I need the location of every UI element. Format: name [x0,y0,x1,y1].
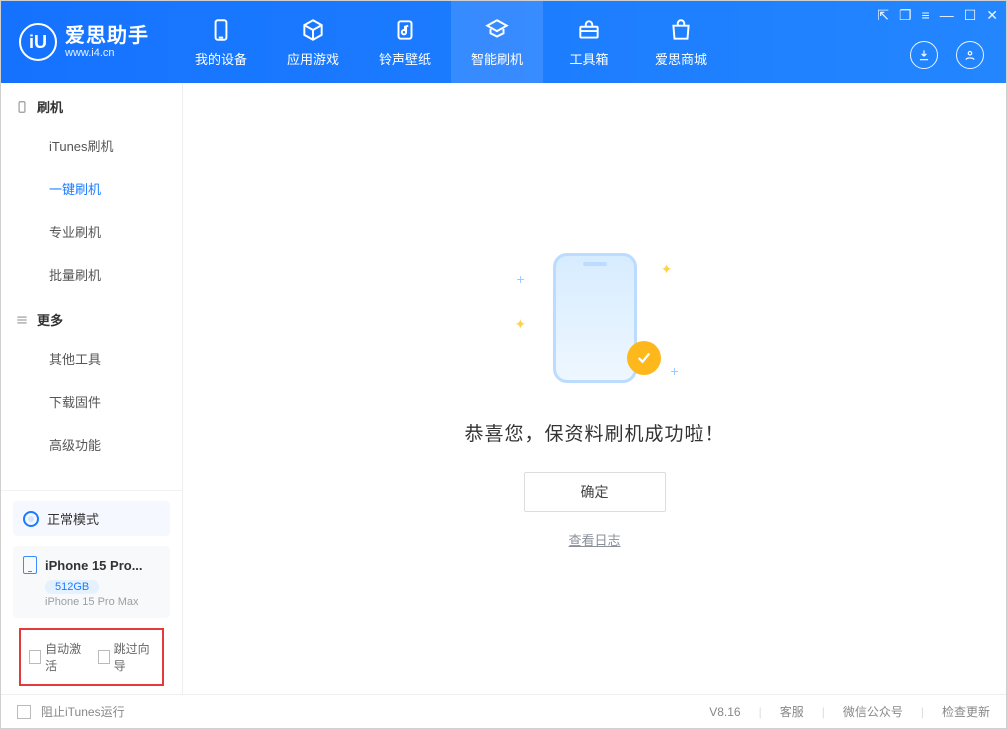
window-maximize-icon[interactable]: ☐ [964,7,977,24]
view-log-link[interactable]: 查看日志 [568,530,620,549]
checkbox-label: 跳过向导 [114,640,154,674]
window-close-icon[interactable]: ✕ [986,7,998,24]
top-nav: 我的设备 应用游戏 铃声壁纸 智能刷机 工具箱 爱思商城 [175,1,727,83]
footer-link-support[interactable]: 客服 [780,703,804,720]
ok-button[interactable]: 确定 [524,472,666,512]
sidebar-item-download-firmware[interactable]: 下载固件 [1,380,182,423]
window-controls: ⇱ ❐ ≡ — ☐ ✕ [877,7,998,24]
sidebar-item-itunes-flash[interactable]: iTunes刷机 [1,124,182,167]
checkbox-icon [17,705,31,719]
footer-link-wechat[interactable]: 微信公众号 [843,703,903,720]
more-icon [15,313,29,327]
version-label: V8.16 [709,705,740,719]
sidebar-item-batch-flash[interactable]: 批量刷机 [1,253,182,296]
activation-options-highlight: 自动激活 跳过向导 [19,628,164,686]
window-pin-icon[interactable]: ⇱ [877,7,889,24]
sidebar-item-pro-flash[interactable]: 专业刷机 [1,210,182,253]
window-tab-icon[interactable]: ❐ [899,7,912,24]
footer-link-update[interactable]: 检查更新 [942,703,990,720]
music-icon [392,17,418,43]
success-message: 恭喜您，保资料刷机成功啦！ [464,419,724,446]
separator: | [921,705,924,719]
checkbox-skip-guide[interactable]: 跳过向导 [98,640,155,674]
shop-icon [668,17,694,43]
device-card[interactable]: iPhone 15 Pro... 512GB iPhone 15 Pro Max [13,546,170,618]
refresh-icon [484,17,510,43]
checkbox-icon [29,650,41,664]
nav-label: 应用游戏 [287,49,339,68]
nav-apps-games[interactable]: 应用游戏 [267,1,359,83]
user-button[interactable] [956,41,984,69]
nav-smart-flash[interactable]: 智能刷机 [451,1,543,83]
decor-plus-icon: + [670,363,678,379]
sidebar-item-oneclick-flash[interactable]: 一键刷机 [1,167,182,210]
nav-label: 铃声壁纸 [379,49,431,68]
nav-store[interactable]: 爱思商城 [635,1,727,83]
download-icon [917,48,931,62]
decor-sparkle-icon: ✦ [661,261,673,278]
checkbox-icon [98,650,110,664]
success-illustration: + ✦ ✦ + [535,253,655,393]
cube-icon [300,17,326,43]
device-name: iPhone 15 Pro... [45,558,143,573]
device-mode-row[interactable]: 正常模式 [13,501,170,536]
phone-illustration-icon [553,253,637,383]
nav-my-device[interactable]: 我的设备 [175,1,267,83]
mode-label: 正常模式 [47,509,99,528]
nav-label: 我的设备 [195,49,247,68]
checkbox-auto-activate[interactable]: 自动激活 [29,640,86,674]
group-title: 更多 [37,310,63,329]
device-icon [15,100,29,114]
phone-device-icon [23,556,37,574]
decor-plus-icon: + [517,271,525,287]
decor-sparkle-icon: ✦ [515,316,527,333]
download-button[interactable] [910,41,938,69]
nav-label: 工具箱 [569,49,608,68]
sidebar-item-other-tools[interactable]: 其他工具 [1,337,182,380]
sidebar-group-flash: 刷机 [1,83,182,124]
logo-icon: iU [19,23,57,61]
toolbox-icon [576,17,602,43]
mode-indicator-icon [23,511,39,527]
separator: | [759,705,762,719]
nav-label: 爱思商城 [655,49,707,68]
checkbox-block-itunes[interactable]: 阻止iTunes运行 [17,703,125,720]
separator: | [822,705,825,719]
checkbox-label: 自动激活 [45,640,85,674]
user-icon [963,48,977,62]
device-full-name: iPhone 15 Pro Max [45,596,160,608]
check-badge-icon [627,341,661,375]
checkbox-label: 阻止iTunes运行 [41,703,125,720]
app-url: www.i4.cn [65,47,149,59]
nav-toolbox[interactable]: 工具箱 [543,1,635,83]
window-menu-icon[interactable]: ≡ [922,7,930,24]
nav-ringtone-wallpaper[interactable]: 铃声壁纸 [359,1,451,83]
sidebar-group-more: 更多 [1,296,182,337]
group-title: 刷机 [37,97,63,116]
app-logo: iU 爱思助手 www.i4.cn [1,1,167,83]
nav-label: 智能刷机 [471,49,523,68]
phone-icon [208,17,234,43]
sidebar-item-advanced[interactable]: 高级功能 [1,423,182,466]
window-minimize-icon[interactable]: — [940,7,954,24]
storage-badge: 512GB [45,580,99,594]
app-title: 爱思助手 [65,25,149,47]
